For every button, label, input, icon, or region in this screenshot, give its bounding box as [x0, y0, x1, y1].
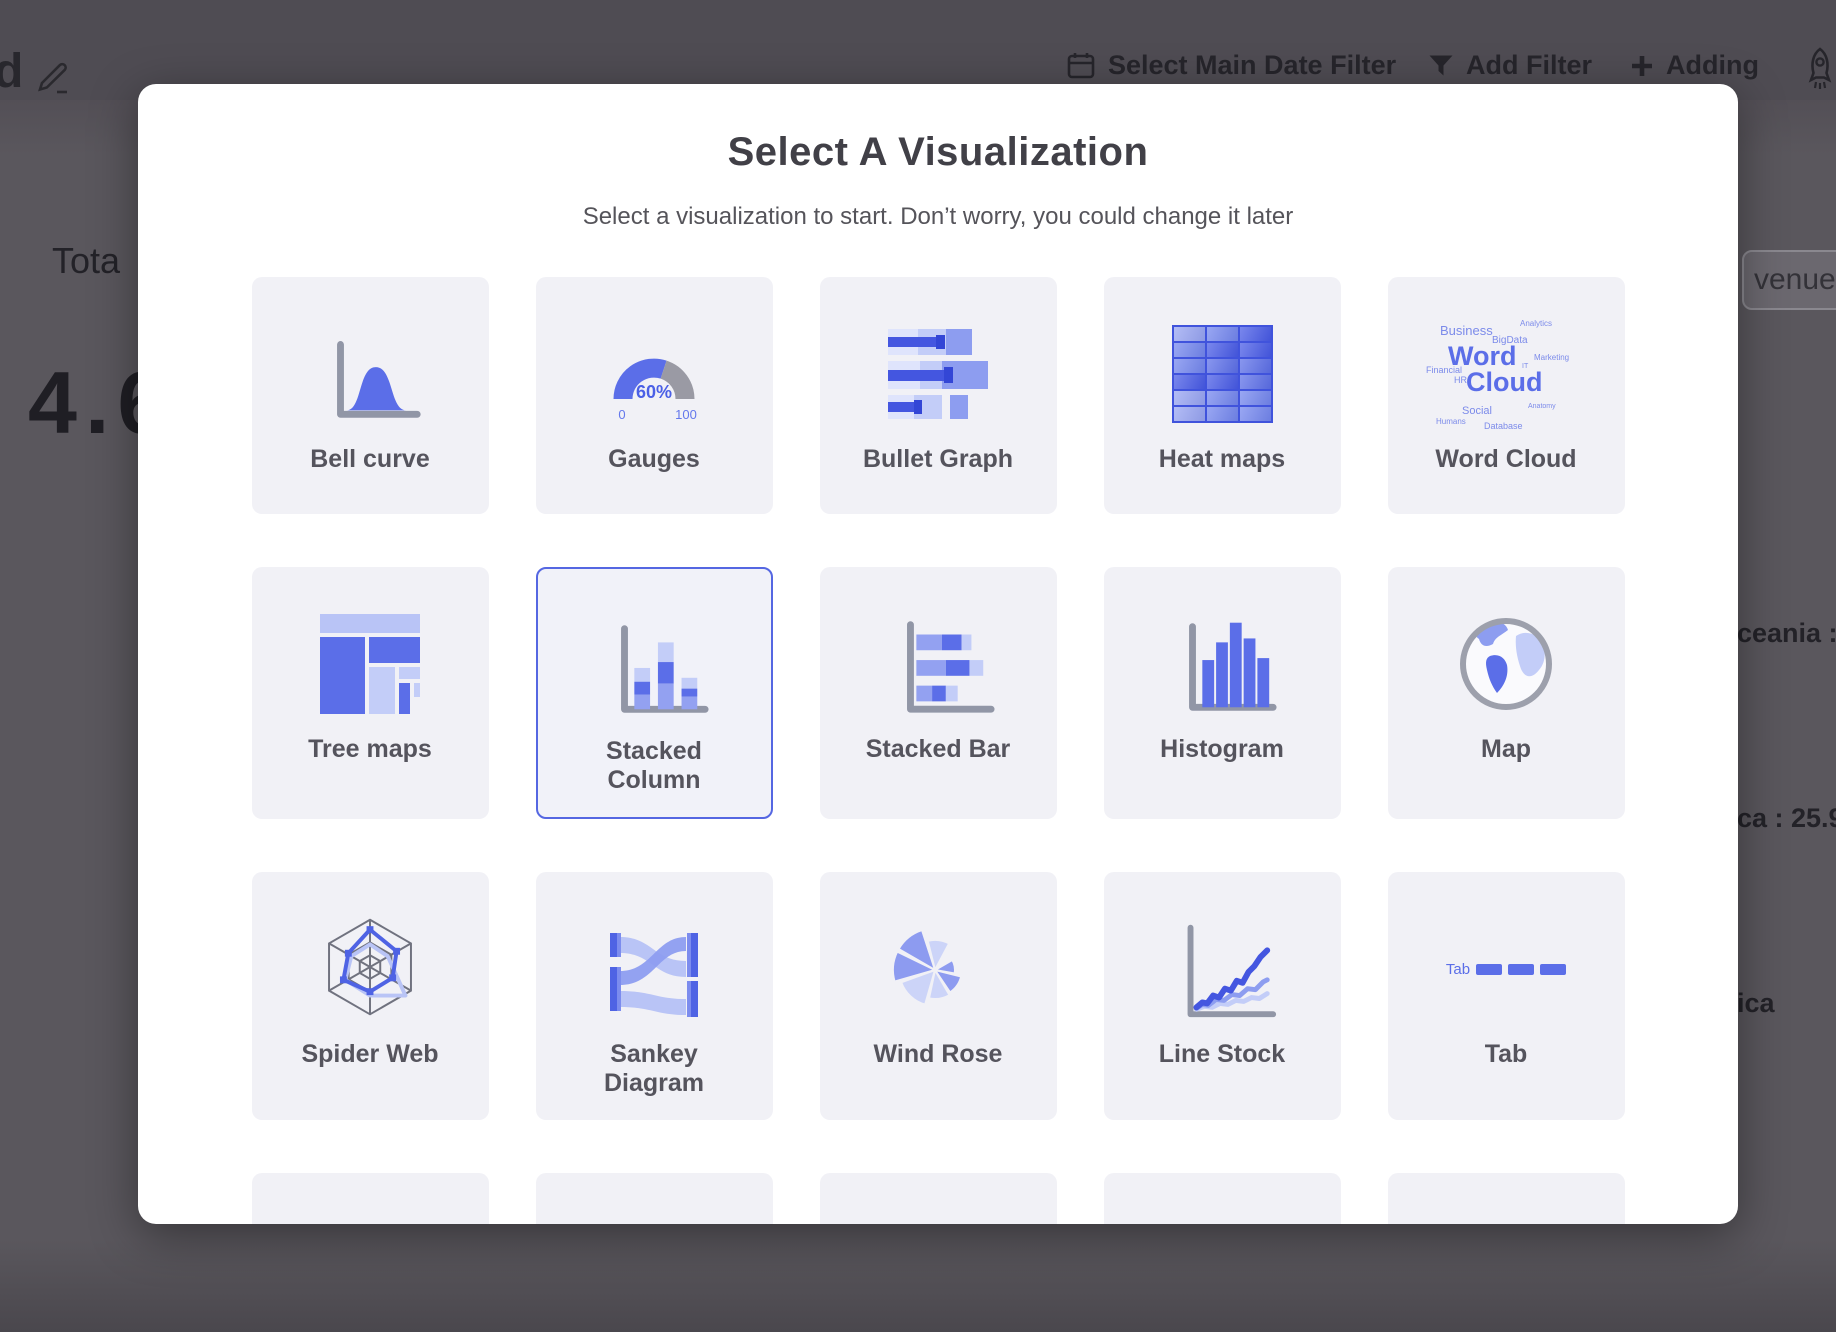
viz-tile-partial[interactable] [820, 1173, 1057, 1224]
viz-tile-line-stock[interactable]: Line Stock [1104, 872, 1341, 1120]
revenue-chip-label: venue [1754, 263, 1836, 297]
add-filter-label: Add Filter [1466, 50, 1592, 81]
viz-tile-partial[interactable] [1388, 1173, 1625, 1224]
spider-web-icon [305, 898, 435, 1040]
viz-tile-bullet-graph[interactable]: Bullet Graph [820, 277, 1057, 514]
stacked-bar-icon [878, 593, 998, 735]
tile-label: Heat maps [1159, 445, 1285, 474]
tab-icon-label: Tab [1446, 961, 1470, 978]
word-cloud-word: Financial [1426, 365, 1462, 375]
viz-tile-spider-web[interactable]: Spider Web [252, 872, 489, 1120]
viz-tile-wind-rose[interactable]: Wind Rose [820, 872, 1057, 1120]
backdrop-bottom-fade [0, 1240, 1836, 1332]
histogram-icon [1162, 593, 1282, 735]
viz-tile-tree-maps[interactable]: Tree maps [252, 567, 489, 819]
tile-label: Gauges [608, 445, 700, 474]
viz-tile-sankey-diagram[interactable]: Sankey Diagram [536, 872, 773, 1120]
adding-button[interactable]: Adding [1630, 50, 1759, 81]
backdrop-total-label: Tota [52, 240, 120, 282]
viz-tile-gauges[interactable]: 60% 0 100 Gauges [536, 277, 773, 514]
line-stock-icon [1162, 898, 1282, 1040]
viz-tile-partial[interactable] [252, 1173, 489, 1224]
sankey-icon [594, 898, 714, 1040]
legend-item: ceania : 8 [1737, 618, 1836, 649]
viz-tile-stacked-bar[interactable]: Stacked Bar [820, 567, 1057, 819]
gauge-value: 60% [636, 382, 672, 402]
tile-label: Word Cloud [1435, 445, 1576, 474]
tile-label: Sankey Diagram [568, 1040, 740, 1098]
viz-tile-tab[interactable]: Tab Tab [1388, 872, 1625, 1120]
viz-tile-partial[interactable] [536, 1173, 773, 1224]
calendar-icon [1066, 51, 1096, 81]
gauge-icon: 60% 0 100 [584, 303, 724, 445]
rocket-icon[interactable] [1800, 46, 1836, 90]
word-cloud-word: Database [1484, 421, 1523, 431]
word-cloud-word: Business [1440, 323, 1493, 338]
viz-tile-histogram[interactable]: Histogram [1104, 567, 1341, 819]
word-cloud-word: Anatomy [1528, 403, 1556, 410]
word-cloud-word: Cloud [1466, 367, 1542, 398]
app-root: d Select Main Date Filter Add Filter Add… [0, 0, 1836, 1332]
word-cloud-word: Marketing [1534, 353, 1569, 362]
modal-subtitle: Select a visualization to start. Don’t w… [249, 202, 1627, 231]
stacked-column-icon [594, 595, 714, 737]
select-visualization-modal: Select A Visualization Select a visualiz… [138, 84, 1738, 1224]
word-cloud-icon: Business Analytics BigData Word Marketin… [1422, 303, 1590, 445]
tile-label: Stacked Column [568, 737, 740, 795]
tile-label: Line Stock [1159, 1040, 1285, 1069]
dashboard-title-fragment: d [0, 44, 23, 99]
visualization-grid: Bell curve 60% 0 100 Gauges [249, 277, 1627, 1224]
tile-label: Spider Web [301, 1040, 438, 1069]
viz-tile-heat-maps[interactable]: Heat maps [1104, 277, 1341, 514]
funnel-icon [1428, 54, 1454, 78]
tile-label: Bell curve [310, 445, 430, 474]
heat-map-icon [1172, 303, 1273, 445]
add-filter-button[interactable]: Add Filter [1428, 50, 1592, 81]
gauge-min: 0 [618, 407, 625, 422]
adding-label: Adding [1666, 50, 1759, 81]
globe-icon [1446, 593, 1566, 735]
tile-label: Stacked Bar [866, 735, 1011, 764]
edit-pencil-icon[interactable] [36, 56, 74, 96]
revenue-chip[interactable]: venue [1742, 250, 1836, 310]
viz-tile-stacked-column[interactable]: Stacked Column [536, 567, 773, 819]
modal-title: Select A Visualization [249, 128, 1627, 176]
viz-tile-partial[interactable] [1104, 1173, 1341, 1224]
tile-label: Histogram [1160, 735, 1284, 764]
word-cloud-word: Analytics [1520, 319, 1552, 328]
gauge-max: 100 [675, 407, 697, 422]
select-main-date-filter-label: Select Main Date Filter [1108, 50, 1396, 81]
plus-icon [1630, 54, 1654, 78]
word-cloud-word: Humans [1436, 417, 1466, 426]
wind-rose-icon [873, 898, 1003, 1040]
viz-tile-bell-curve[interactable]: Bell curve [252, 277, 489, 514]
tile-label: Map [1481, 735, 1531, 764]
legend-item: ca : 25.95 [1737, 803, 1836, 834]
viz-tile-word-cloud[interactable]: Business Analytics BigData Word Marketin… [1388, 277, 1625, 514]
word-cloud-word: Social [1462, 405, 1492, 417]
bullet-graph-icon [878, 303, 998, 445]
tab-icon: Tab [1446, 898, 1566, 1040]
tile-label: Tab [1485, 1040, 1528, 1069]
select-main-date-filter-button[interactable]: Select Main Date Filter [1066, 50, 1396, 81]
tile-label: Tree maps [308, 735, 432, 764]
tree-map-icon [320, 593, 420, 735]
legend-item: ica [1737, 988, 1775, 1019]
viz-tile-map[interactable]: Map [1388, 567, 1625, 819]
tile-label: Wind Rose [874, 1040, 1003, 1069]
tile-label: Bullet Graph [863, 445, 1013, 474]
bell-curve-icon [311, 303, 429, 445]
